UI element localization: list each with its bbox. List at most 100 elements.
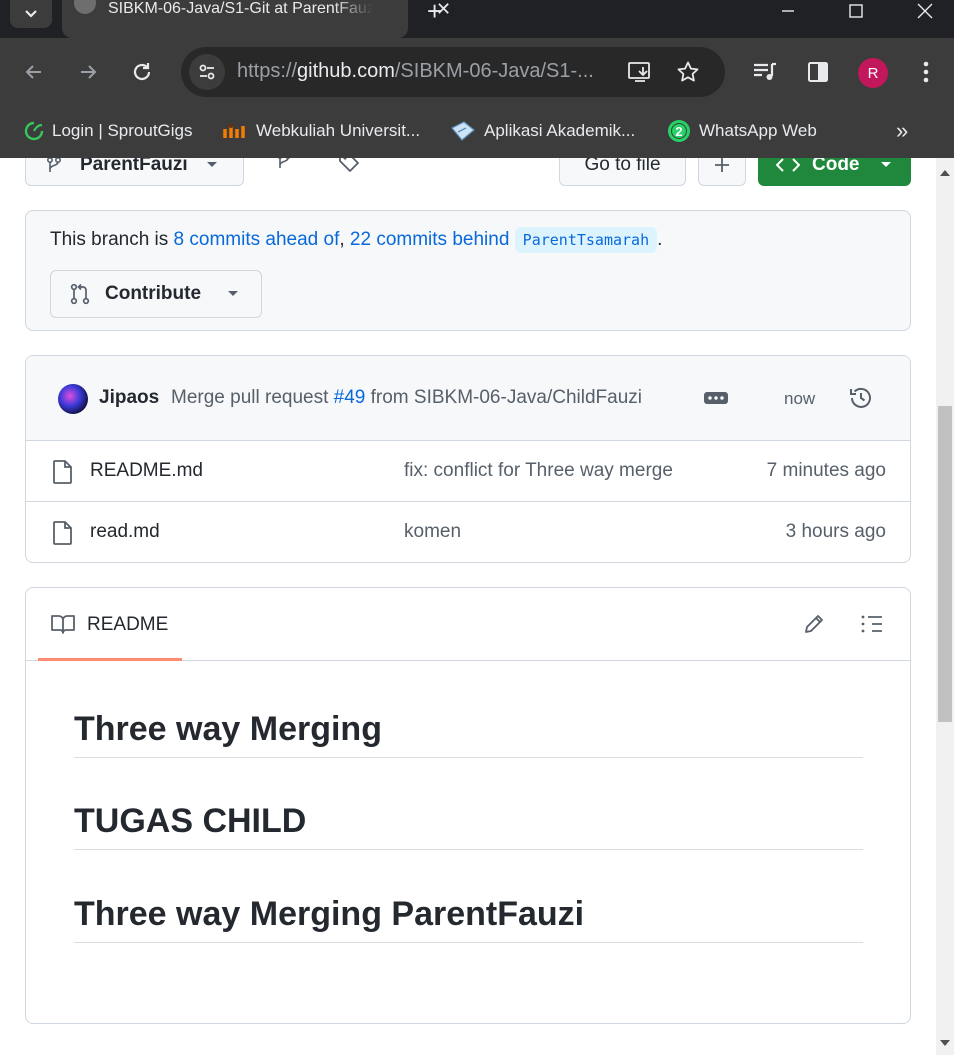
browser-toolbar: https://github.com/SIBKM-06-Java/S1-... … bbox=[0, 38, 954, 106]
site-info-button[interactable] bbox=[189, 54, 225, 90]
reload-button[interactable] bbox=[125, 55, 159, 89]
file-icon bbox=[53, 460, 72, 484]
go-to-file-label: Go to file bbox=[584, 158, 661, 175]
branch-selector-button[interactable]: ParentFauzi bbox=[25, 158, 244, 186]
commits-ahead-link[interactable]: 8 commits ahead of bbox=[174, 229, 340, 250]
ellipsis-icon bbox=[704, 392, 728, 404]
code-button[interactable]: Code bbox=[758, 158, 911, 186]
history-icon bbox=[850, 387, 871, 408]
tab-readme[interactable]: README bbox=[38, 588, 182, 661]
scroll-up-icon[interactable] bbox=[939, 168, 951, 178]
readme-tab-label: README bbox=[87, 614, 169, 635]
more-bookmarks-icon[interactable]: » bbox=[896, 118, 908, 144]
akademik-icon bbox=[450, 120, 476, 142]
caret-down-icon bbox=[206, 162, 217, 167]
branch-count-icon bbox=[277, 158, 291, 168]
edit-readme-button[interactable] bbox=[802, 612, 826, 641]
contribute-button[interactable]: Contribute bbox=[50, 270, 262, 318]
add-file-button[interactable] bbox=[698, 158, 746, 186]
scrollbar-thumb[interactable] bbox=[938, 406, 952, 722]
install-app-icon[interactable] bbox=[627, 59, 653, 85]
file-commit-message[interactable]: fix: conflict for Three way merge bbox=[404, 460, 673, 482]
file-list-box: Jipaos Merge pull request #49 from SIBKM… bbox=[25, 355, 911, 563]
whatsapp-badge: 2 bbox=[675, 123, 683, 139]
branch-status-text: This branch is 8 commits ahead of, 22 co… bbox=[50, 227, 662, 253]
readme-heading: Three way Merging ParentFauzi bbox=[74, 895, 863, 943]
star-icon[interactable] bbox=[675, 59, 701, 85]
url-scheme: https:// bbox=[237, 60, 298, 82]
bookmark-label: WhatsApp Web bbox=[699, 121, 817, 140]
author-avatar[interactable] bbox=[58, 384, 88, 414]
file-row[interactable]: read.md komen 3 hours ago bbox=[26, 502, 910, 563]
url-path: /SIBKM-06-Java/S1-... bbox=[394, 60, 594, 82]
arrow-right-icon bbox=[81, 65, 97, 79]
file-commit-time: 7 minutes ago bbox=[766, 460, 886, 481]
browser-tab-bar: SIBKM-06-Java/S1-Git at ParentFauzi ✕ + bbox=[0, 0, 954, 38]
code-icon bbox=[776, 158, 800, 172]
tune-icon bbox=[199, 64, 215, 80]
minimize-icon[interactable] bbox=[773, 0, 803, 22]
file-name[interactable]: read.md bbox=[90, 521, 160, 543]
book-icon bbox=[51, 615, 75, 634]
bookmark-whatsapp[interactable]: 2 WhatsApp Web bbox=[667, 118, 817, 144]
chevron-down-icon bbox=[25, 10, 37, 18]
branch-icon bbox=[47, 158, 61, 172]
outline-button[interactable] bbox=[860, 612, 884, 641]
caret-down-icon bbox=[880, 162, 891, 167]
pull-request-icon bbox=[70, 283, 90, 305]
file-icon bbox=[53, 521, 72, 545]
address-bar[interactable]: https://github.com/SIBKM-06-Java/S1-... bbox=[181, 47, 725, 97]
kebab-menu-icon[interactable] bbox=[909, 55, 943, 89]
commit-message[interactable]: Merge pull request #49 from SIBKM-06-Jav… bbox=[171, 387, 642, 409]
url-text[interactable]: https://github.com/SIBKM-06-Java/S1-... bbox=[237, 60, 627, 83]
scroll-down-icon[interactable] bbox=[939, 1038, 951, 1048]
tab-title: SIBKM-06-Java/S1-Git at ParentFauzi bbox=[108, 0, 373, 17]
bookmark-sproutgigs[interactable]: Login | SproutGigs bbox=[24, 118, 193, 144]
back-button[interactable] bbox=[17, 55, 51, 89]
profile-avatar[interactable]: R bbox=[858, 58, 888, 88]
bookmark-label: Login | SproutGigs bbox=[52, 121, 193, 140]
sproutgigs-icon bbox=[24, 121, 44, 141]
tab-search-button[interactable] bbox=[10, 0, 52, 28]
file-commit-message[interactable]: komen bbox=[404, 521, 461, 543]
reload-icon bbox=[133, 63, 151, 81]
tags-link[interactable] bbox=[337, 158, 361, 179]
bookmark-webkuliah[interactable]: Webkuliah Universit... bbox=[222, 118, 420, 144]
branch-status-sep: , bbox=[339, 229, 350, 250]
readme-heading: TUGAS CHILD bbox=[74, 802, 863, 850]
readme-box: README Three way Merging TUGAS CHILD Thr… bbox=[25, 587, 911, 1024]
target-branch-badge[interactable]: ParentTsamarah bbox=[514, 227, 658, 253]
vertical-scrollbar[interactable] bbox=[936, 158, 954, 1055]
caret-down-icon bbox=[228, 291, 239, 296]
go-to-file-button[interactable]: Go to file bbox=[559, 158, 686, 186]
pencil-icon bbox=[805, 615, 823, 633]
file-row[interactable]: README.md fix: conflict for Three way me… bbox=[26, 441, 910, 502]
latest-commit-header: Jipaos Merge pull request #49 from SIBKM… bbox=[26, 356, 910, 441]
commits-behind-link[interactable]: 22 commits behind bbox=[350, 229, 509, 250]
browser-tab-active[interactable]: SIBKM-06-Java/S1-Git at ParentFauzi ✕ bbox=[62, 0, 451, 38]
forward-button[interactable] bbox=[71, 55, 105, 89]
expand-commit-button[interactable] bbox=[703, 389, 729, 407]
code-label: Code bbox=[812, 158, 860, 175]
arrow-left-icon bbox=[25, 65, 41, 79]
bookmarks-bar: Login | SproutGigs Webkuliah Universit..… bbox=[0, 106, 954, 158]
pull-request-link[interactable]: #49 bbox=[334, 387, 366, 408]
commit-message-prefix: Merge pull request bbox=[171, 387, 334, 408]
url-host: github.com bbox=[297, 60, 395, 82]
maximize-icon[interactable] bbox=[841, 0, 871, 22]
window-close-icon[interactable] bbox=[910, 0, 940, 22]
new-tab-icon[interactable]: + bbox=[427, 0, 442, 27]
whatsapp-icon: 2 bbox=[667, 119, 691, 143]
file-commit-time: 3 hours ago bbox=[785, 521, 886, 542]
readme-tab-bar: README bbox=[26, 588, 910, 661]
commit-history-button[interactable] bbox=[848, 385, 874, 416]
contribute-label: Contribute bbox=[105, 283, 202, 304]
bookmark-akademik[interactable]: Aplikasi Akademik... bbox=[450, 118, 635, 144]
webkuliah-icon bbox=[222, 122, 248, 140]
side-panel-icon[interactable] bbox=[801, 55, 835, 89]
branches-link[interactable] bbox=[275, 158, 293, 179]
commit-author[interactable]: Jipaos bbox=[99, 387, 159, 409]
file-name[interactable]: README.md bbox=[90, 460, 203, 482]
page-viewport: ParentFauzi Go to file Code This branch … bbox=[0, 158, 936, 1055]
media-controls-icon[interactable] bbox=[748, 55, 782, 89]
